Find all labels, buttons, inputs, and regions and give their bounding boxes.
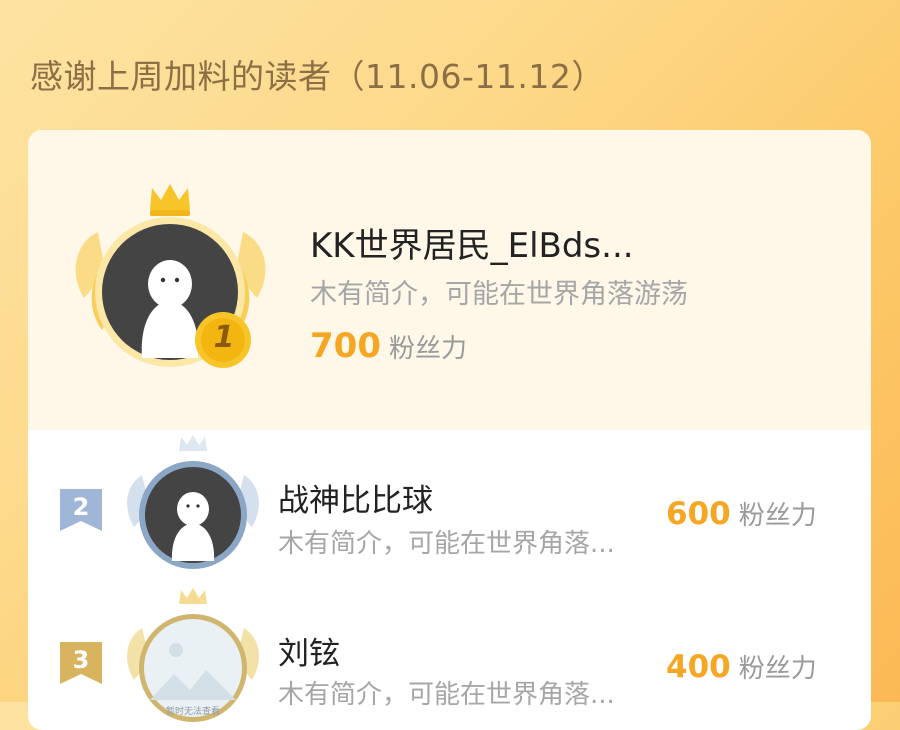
user-bio: 木有简介，可能在世界角落... xyxy=(278,680,615,710)
crown-icon xyxy=(150,184,190,210)
fans-unit: 粉丝力 xyxy=(738,501,817,531)
leaderboard-entry-first[interactable]: 1 KK世界居民_ElBds... 木有简介，可能在世界角落游荡 700 粉丝力 xyxy=(28,130,871,430)
user-name[interactable]: 战神比比球 xyxy=(278,475,433,520)
page-title: 感谢上周加料的读者（11.06-11.12） xyxy=(30,57,605,96)
rank-badge-silver: 2 xyxy=(58,487,104,533)
fans-unit: 粉丝力 xyxy=(738,654,817,684)
fans-power: 700 粉丝力 xyxy=(310,326,467,366)
avatar-image xyxy=(144,619,242,717)
fans-power: 400 粉丝力 xyxy=(666,648,817,685)
crown-icon xyxy=(179,588,207,604)
avatar-gold-frame[interactable]: 1 xyxy=(68,180,273,375)
avatar-silver-frame-graphic xyxy=(127,435,259,569)
fans-power: 600 粉丝力 xyxy=(666,495,817,532)
avatar-placeholder-text: 暂时无法查看 xyxy=(165,707,220,717)
user-name[interactable]: 刘铉 xyxy=(278,628,340,673)
leaderboard-entry-third[interactable]: 3 暂时无法查看 刘铉 木有简介，可能在世界角落... 400 粉丝力 xyxy=(28,588,871,730)
fans-count: 700 xyxy=(310,326,381,366)
user-bio: 木有简介，可能在世界角落游荡 xyxy=(310,279,688,310)
fans-unit: 粉丝力 xyxy=(388,334,467,364)
user-bio: 木有简介，可能在世界角落... xyxy=(278,529,615,559)
crown-icon xyxy=(179,435,207,451)
user-name[interactable]: KK世界居民_ElBds... xyxy=(310,218,634,267)
image-placeholder-icon xyxy=(169,643,183,657)
leaderboard-card: 1 KK世界居民_ElBds... 木有简介，可能在世界角落游荡 700 粉丝力 … xyxy=(28,130,871,730)
avatar-silver-frame[interactable] xyxy=(118,435,268,575)
rank-number: 2 xyxy=(72,493,90,521)
leaderboard-entry-second[interactable]: 2 战神比比球 木有简介，可能在世界角落... 600 粉丝力 xyxy=(28,435,871,585)
fans-count: 600 xyxy=(666,496,731,532)
avatar-gold-frame-graphic xyxy=(75,184,266,368)
rank-number: 3 xyxy=(72,646,90,674)
avatar-bronze-frame[interactable]: 暂时无法查看 xyxy=(118,588,268,728)
rank-badge-bronze: 3 xyxy=(58,640,104,686)
fans-count: 400 xyxy=(666,649,731,685)
rank-number: 1 xyxy=(213,320,235,355)
